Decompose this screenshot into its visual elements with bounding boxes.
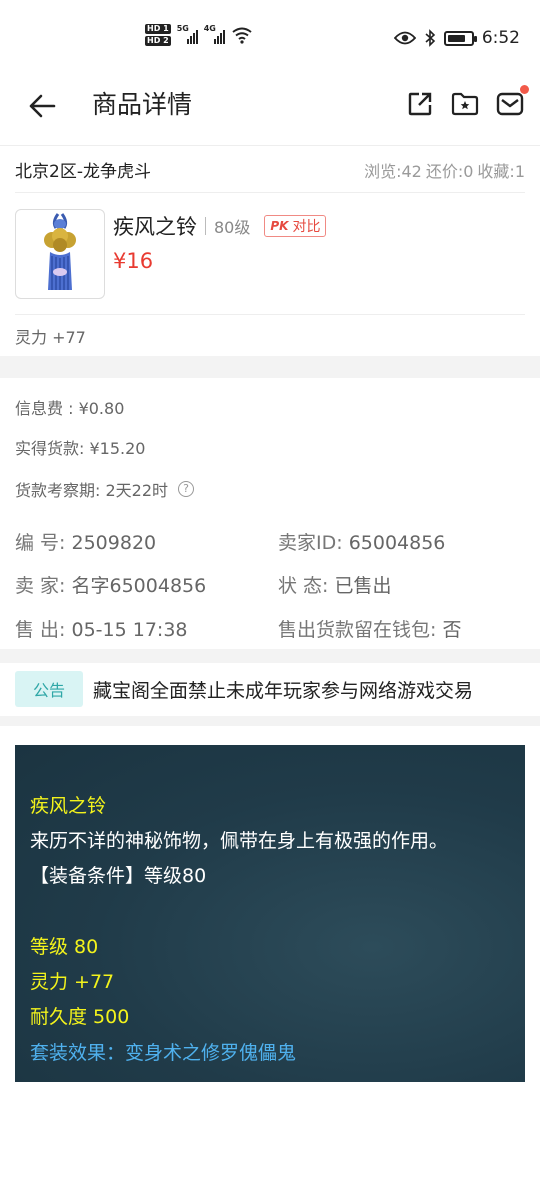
share-icon <box>408 92 432 116</box>
net1-label: 5G <box>176 24 189 33</box>
number-field: 编 号: 2509820 <box>15 528 156 555</box>
signal-area: HD 1 HD 2 5G 4G <box>145 24 253 46</box>
compare-button[interactable]: PK 对比 <box>264 215 327 237</box>
status-value: 已售出 <box>334 575 392 597</box>
bluetooth-icon <box>425 29 435 47</box>
seller-id-label: 卖家ID: <box>278 532 343 554</box>
signal-5g-icon: 5G <box>176 24 198 44</box>
battery-icon <box>443 30 477 46</box>
mail-badge <box>520 85 529 94</box>
clock: 6:52 <box>481 28 520 48</box>
seller-value: 名字65004856 <box>71 575 207 597</box>
bargains-count: 还价:0 <box>425 161 474 181</box>
info-fee: 信息费 : ¥0.80 <box>15 395 124 419</box>
status-label: 状 态: <box>278 575 329 597</box>
folder-star-icon <box>451 92 479 116</box>
section-gap <box>0 356 540 378</box>
review-period-text: 货款考察期: 2天22时 <box>15 481 169 500</box>
page-title: 商品详情 <box>92 90 193 119</box>
item-requirement: 【装备条件】等级80 <box>30 865 207 887</box>
back-button[interactable] <box>24 88 60 124</box>
item-durability: 耐久度 500 <box>30 1006 130 1028</box>
wallet-value: 否 <box>442 619 462 641</box>
separator <box>205 217 206 235</box>
hd2-label: HD 2 <box>145 36 171 46</box>
compare-label: 对比 <box>292 219 321 235</box>
mail-button[interactable] <box>494 85 529 120</box>
battery-fill <box>447 34 466 42</box>
pk-icon: PK <box>270 219 289 233</box>
share-button[interactable] <box>404 88 436 120</box>
actual-payment: 实得货款: ¥15.20 <box>15 435 145 459</box>
product-name: 疾风之铃 <box>113 215 197 239</box>
item-spirit: 灵力 +77 <box>30 971 115 993</box>
server-row: 北京2区-龙争虎斗 浏览:42 还价:0 收藏:1 <box>15 147 525 193</box>
product-name-row: 疾风之铃 80级 PK 对比 <box>113 211 327 241</box>
item-level: 等级 80 <box>30 936 99 958</box>
seller-field: 卖 家: 名字65004856 <box>15 571 206 598</box>
views-count: 浏览:42 <box>364 161 422 181</box>
item-detail-panel: 疾风之铃 来历不详的神秘饰物，佩带在身上有极强的作用。 【装备条件】等级80 等… <box>15 745 525 1082</box>
actual-payment-text: 实得货款: ¥15.20 <box>15 439 146 458</box>
hd1-indicator: HD 1 <box>145 24 171 34</box>
status-right: 6:52 <box>393 28 520 48</box>
bell-ornament-icon <box>44 213 76 290</box>
net2-label: 4G <box>203 24 216 33</box>
wallet-field: 售出货款留在钱包: 否 <box>278 615 461 642</box>
notice-bar[interactable]: 公告 藏宝阁全面禁止未成年玩家参与网络游戏交易 <box>15 670 525 708</box>
seller-id-value: 65004856 <box>348 532 446 554</box>
favorites-count: 收藏:1 <box>477 161 525 181</box>
notice-text: 藏宝阁全面禁止未成年玩家参与网络游戏交易 <box>93 679 474 702</box>
number-label: 编 号: <box>15 532 66 554</box>
section-gap <box>0 649 540 663</box>
wifi-icon <box>232 27 252 44</box>
item-description: 来历不详的神秘饰物，佩带在身上有极强的作用。 <box>30 830 449 852</box>
number-value: 2509820 <box>71 532 157 554</box>
arrow-left-icon <box>29 94 56 118</box>
status-field: 状 态: 已售出 <box>278 571 392 598</box>
product-price: ¥16 <box>113 249 154 273</box>
mail-icon <box>496 92 524 116</box>
hd1-label: HD 1 <box>145 24 171 34</box>
seller-label: 卖 家: <box>15 575 66 597</box>
product-level: 80级 <box>214 218 251 237</box>
sold-label: 售 出: <box>15 619 66 641</box>
status-bar: HD 1 HD 2 5G 4G 6:52 <box>0 0 540 80</box>
review-period: 货款考察期: 2天22时 ? <box>15 477 195 501</box>
favorite-button[interactable] <box>449 88 481 120</box>
hd2-indicator: HD 2 <box>145 36 171 46</box>
item-set-effect: 套装效果：变身术之修罗傀儡鬼 <box>30 1042 297 1064</box>
stats: 浏览:42 还价:0 收藏:1 <box>364 158 525 182</box>
signal-4g-icon: 4G <box>203 24 225 44</box>
product-attribute: 灵力 +77 <box>15 328 86 347</box>
header: 商品详情 <box>0 80 540 146</box>
seller-id-field: 卖家ID: 65004856 <box>278 528 445 555</box>
product-card: 疾风之铃 80级 PK 对比 ¥16 <box>15 209 525 301</box>
help-icon[interactable]: ? <box>178 481 195 497</box>
product-thumbnail[interactable] <box>15 209 105 299</box>
item-name: 疾风之铃 <box>30 795 107 817</box>
server-name: 北京2区-龙争虎斗 <box>15 162 151 182</box>
wallet-label: 售出货款留在钱包: <box>278 619 437 641</box>
divider <box>15 314 525 315</box>
notice-tag: 公告 <box>15 671 83 707</box>
sold-value: 05-15 17:38 <box>71 619 188 641</box>
info-fee-text: 信息费 : ¥0.80 <box>15 399 125 418</box>
eye-icon <box>393 31 416 45</box>
section-gap <box>0 716 540 726</box>
sold-field: 售 出: 05-15 17:38 <box>15 615 188 642</box>
hd-indicators: HD 1 HD 2 <box>145 24 171 46</box>
